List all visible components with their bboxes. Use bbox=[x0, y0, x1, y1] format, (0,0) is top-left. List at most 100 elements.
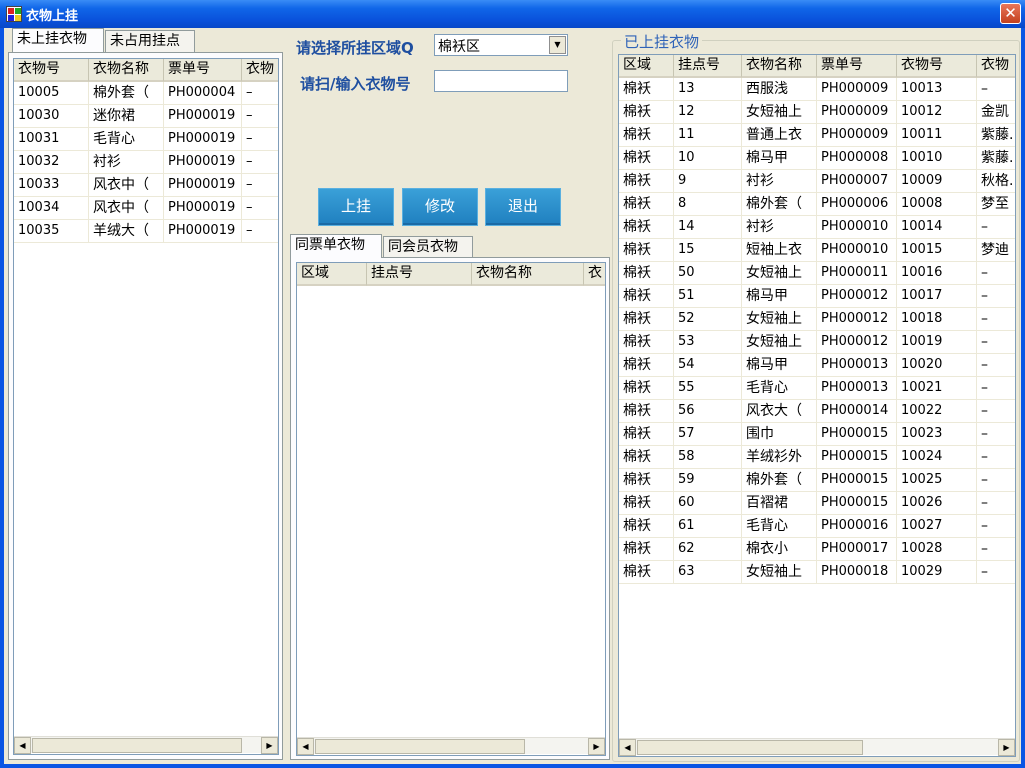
table-cell: PH000004 bbox=[164, 82, 242, 105]
client-area: 未上挂衣物 未占用挂点 衣物号 衣物名称 票单号 衣物 10005 棉外套（ PH0000… bbox=[4, 28, 1021, 764]
table-cell: 54 bbox=[674, 354, 742, 377]
table-cell: PH000007 bbox=[817, 170, 897, 193]
table-cell: PH000019 bbox=[164, 220, 242, 243]
scroll-left-icon[interactable]: ◀ bbox=[619, 739, 636, 756]
table-cell: 55 bbox=[674, 377, 742, 400]
table-cell: 短袖上衣 bbox=[742, 239, 817, 262]
column-header[interactable]: 衣物名称 bbox=[472, 263, 584, 286]
tab-same-member[interactable]: 同会员衣物 bbox=[383, 236, 473, 258]
title-bar[interactable]: 衣物上挂 ✕ bbox=[0, 0, 1025, 28]
table-cell: 10030 bbox=[14, 105, 89, 128]
table-cell: 53 bbox=[674, 331, 742, 354]
table-cell: 风衣中（ bbox=[89, 197, 164, 220]
same-ticket-grid[interactable]: 区域 挂点号 衣物名称衣 ◀ ▶ bbox=[296, 262, 606, 756]
middle-hscrollbar[interactable]: ◀ ▶ bbox=[297, 737, 605, 755]
table-cell: PH000009 bbox=[817, 101, 897, 124]
tab-unused-hooks[interactable]: 未占用挂点 bbox=[105, 30, 195, 52]
table-cell: – bbox=[977, 538, 1015, 561]
table-cell: 羊绒大（ bbox=[89, 220, 164, 243]
table-cell: 百褶裙 bbox=[742, 492, 817, 515]
edit-button[interactable]: 修改 bbox=[402, 188, 478, 226]
scroll-left-icon[interactable]: ◀ bbox=[297, 738, 314, 755]
table-cell: 10023 bbox=[897, 423, 977, 446]
table-cell: PH000010 bbox=[817, 239, 897, 262]
column-header[interactable]: 挂点号 bbox=[674, 55, 742, 78]
column-header[interactable]: 衣物 bbox=[242, 59, 278, 82]
table-cell: 棉袄 bbox=[619, 285, 674, 308]
scroll-right-icon[interactable]: ▶ bbox=[998, 739, 1015, 756]
table-cell: 棉马甲 bbox=[742, 354, 817, 377]
area-select[interactable]: 棉袄区 ▼ bbox=[434, 34, 568, 56]
table-cell: PH000006 bbox=[817, 193, 897, 216]
table-cell: 棉袄 bbox=[619, 170, 674, 193]
hang-button[interactable]: 上挂 bbox=[318, 188, 394, 226]
table-cell: 紫藤. bbox=[977, 124, 1015, 147]
column-header[interactable]: 区域 bbox=[297, 263, 367, 286]
table-cell: 棉袄 bbox=[619, 469, 674, 492]
window-title: 衣物上挂 bbox=[26, 9, 79, 24]
hung-clothes-grid[interactable]: 区域 挂点号 衣物名称 票单号 衣物号 衣物 棉袄 13 西服浅 PH000009 10013– 棉… bbox=[618, 54, 1016, 757]
area-select-value: 棉袄区 bbox=[438, 39, 480, 55]
scroll-right-icon[interactable]: ▶ bbox=[588, 738, 605, 755]
tab-unhung-clothes[interactable]: 未上挂衣物 bbox=[12, 28, 104, 52]
table-cell: – bbox=[977, 515, 1015, 538]
table-cell: 10013 bbox=[897, 78, 977, 101]
scroll-left-icon[interactable]: ◀ bbox=[14, 737, 31, 754]
table-cell: 羊绒衫外 bbox=[742, 446, 817, 469]
clothes-number-input[interactable] bbox=[434, 70, 568, 92]
table-cell: – bbox=[977, 469, 1015, 492]
tab-same-ticket[interactable]: 同票单衣物 bbox=[290, 234, 382, 258]
table-cell: 10033 bbox=[14, 174, 89, 197]
scroll-thumb[interactable] bbox=[637, 740, 863, 755]
table-cell: 10028 bbox=[897, 538, 977, 561]
table-cell: 10026 bbox=[897, 492, 977, 515]
table-cell: 51 bbox=[674, 285, 742, 308]
table-cell: 棉袄 bbox=[619, 216, 674, 239]
left-hscrollbar[interactable]: ◀ ▶ bbox=[14, 736, 278, 754]
column-header[interactable]: 衣 bbox=[584, 263, 605, 286]
column-header[interactable]: 票单号 bbox=[817, 55, 897, 78]
chevron-down-icon[interactable]: ▼ bbox=[549, 36, 566, 54]
table-cell: 10017 bbox=[897, 285, 977, 308]
table-cell: 棉外套（ bbox=[742, 193, 817, 216]
column-header[interactable]: 衣物名称 bbox=[742, 55, 817, 78]
column-header[interactable]: 衣物 bbox=[977, 55, 1015, 78]
column-header[interactable]: 票单号 bbox=[164, 59, 242, 82]
table-cell: 10008 bbox=[897, 193, 977, 216]
table-cell: PH000013 bbox=[817, 354, 897, 377]
scroll-right-icon[interactable]: ▶ bbox=[261, 737, 278, 754]
column-header[interactable]: 衣物号 bbox=[897, 55, 977, 78]
table-cell: – bbox=[242, 128, 278, 151]
table-cell: 15 bbox=[674, 239, 742, 262]
table-cell: PH000009 bbox=[817, 124, 897, 147]
table-cell: PH000010 bbox=[817, 216, 897, 239]
table-cell: – bbox=[977, 331, 1015, 354]
column-header[interactable]: 衣物名称 bbox=[89, 59, 164, 82]
table-cell: 10029 bbox=[897, 561, 977, 584]
table-cell: 普通上衣 bbox=[742, 124, 817, 147]
scan-label: 请扫/输入衣物号 bbox=[300, 75, 411, 93]
right-hscrollbar[interactable]: ◀ ▶ bbox=[619, 738, 1015, 756]
table-cell: – bbox=[242, 82, 278, 105]
table-cell: – bbox=[977, 423, 1015, 446]
table-cell: 10012 bbox=[897, 101, 977, 124]
close-icon[interactable]: ✕ bbox=[1000, 3, 1021, 24]
table-cell: 10027 bbox=[897, 515, 977, 538]
table-cell: PH000019 bbox=[164, 128, 242, 151]
column-header[interactable]: 区域 bbox=[619, 55, 674, 78]
table-cell: 8 bbox=[674, 193, 742, 216]
column-header[interactable]: 挂点号 bbox=[367, 263, 472, 286]
table-cell: – bbox=[242, 105, 278, 128]
scroll-thumb[interactable] bbox=[315, 739, 525, 754]
table-cell: 63 bbox=[674, 561, 742, 584]
table-cell: 风衣中（ bbox=[89, 174, 164, 197]
table-cell: 棉袄 bbox=[619, 262, 674, 285]
table-cell: 52 bbox=[674, 308, 742, 331]
table-cell: PH000017 bbox=[817, 538, 897, 561]
column-header[interactable]: 衣物号 bbox=[14, 59, 89, 82]
table-cell: 棉马甲 bbox=[742, 147, 817, 170]
scroll-thumb[interactable] bbox=[32, 738, 242, 753]
exit-button[interactable]: 退出 bbox=[485, 188, 561, 226]
table-cell: 秋格. bbox=[977, 170, 1015, 193]
unhung-clothes-grid[interactable]: 衣物号 衣物名称 票单号 衣物 10005 棉外套（ PH000004–10030 迷你裙 P… bbox=[13, 58, 279, 755]
